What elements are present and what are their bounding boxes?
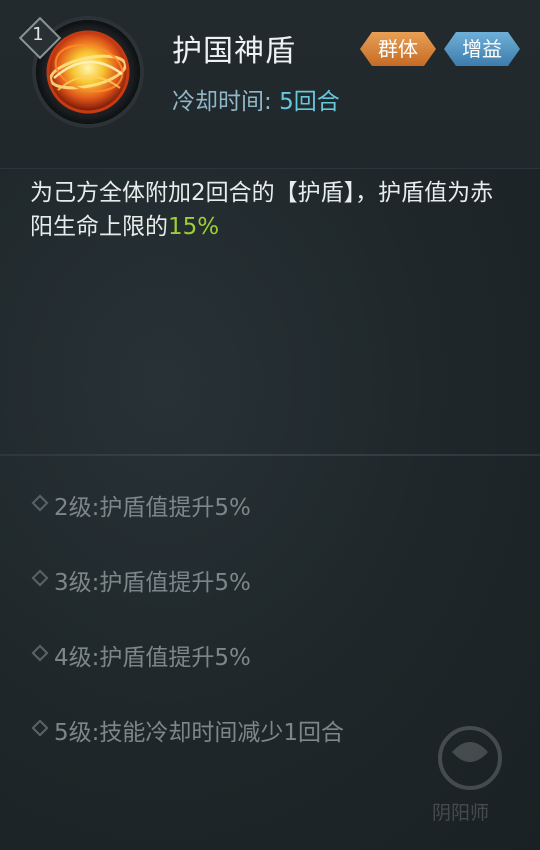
skill-level-number: 1: [32, 24, 44, 45]
upgrade-text: 4级:护盾值提升5%: [54, 645, 251, 671]
diamond-bullet-icon: [31, 644, 49, 662]
tag-buff: 增益: [444, 32, 520, 66]
cooldown-label: 冷却时间:: [172, 89, 272, 115]
diamond-bullet-icon: [31, 719, 49, 737]
diamond-bullet-icon: [31, 569, 49, 587]
description-highlight-value: 15%: [168, 214, 220, 240]
skill-level-badge: 1: [18, 16, 62, 60]
watermark-text: 阴阳师: [432, 802, 490, 824]
upgrade-item-level-3: 3级:护盾值提升5%: [30, 563, 510, 638]
watermark-emblem-icon: [438, 726, 502, 790]
cooldown-value: 5回合: [279, 89, 340, 115]
tag-group: 群体: [360, 32, 436, 66]
upgrade-text: 3级:护盾值提升5%: [54, 570, 251, 596]
skill-detail-panel: 1 护国神盾 冷却时间: 5回合 群体 增益 为己方全体附加2回合的【护盾】，护…: [0, 0, 540, 850]
diamond-bullet-icon: [31, 494, 49, 512]
upgrade-text: 5级:技能冷却时间减少1回合: [54, 720, 345, 746]
cooldown-line: 冷却时间: 5回合: [172, 82, 340, 116]
skill-header: 1 护国神盾 冷却时间: 5回合 群体 增益: [0, 0, 540, 169]
section-divider: [0, 454, 540, 456]
upgrade-item-level-4: 4级:护盾值提升5%: [30, 638, 510, 713]
description-text: 为己方全体附加2回合的【护盾】，护盾值为赤阳生命上限的: [30, 180, 494, 240]
upgrade-item-level-2: 2级:护盾值提升5%: [30, 488, 510, 563]
upgrade-text: 2级:护盾值提升5%: [54, 495, 251, 521]
game-watermark: 阴阳师: [430, 722, 520, 832]
skill-name: 护国神盾: [172, 34, 296, 69]
skill-description: 为己方全体附加2回合的【护盾】，护盾值为赤阳生命上限的15%: [30, 176, 510, 244]
